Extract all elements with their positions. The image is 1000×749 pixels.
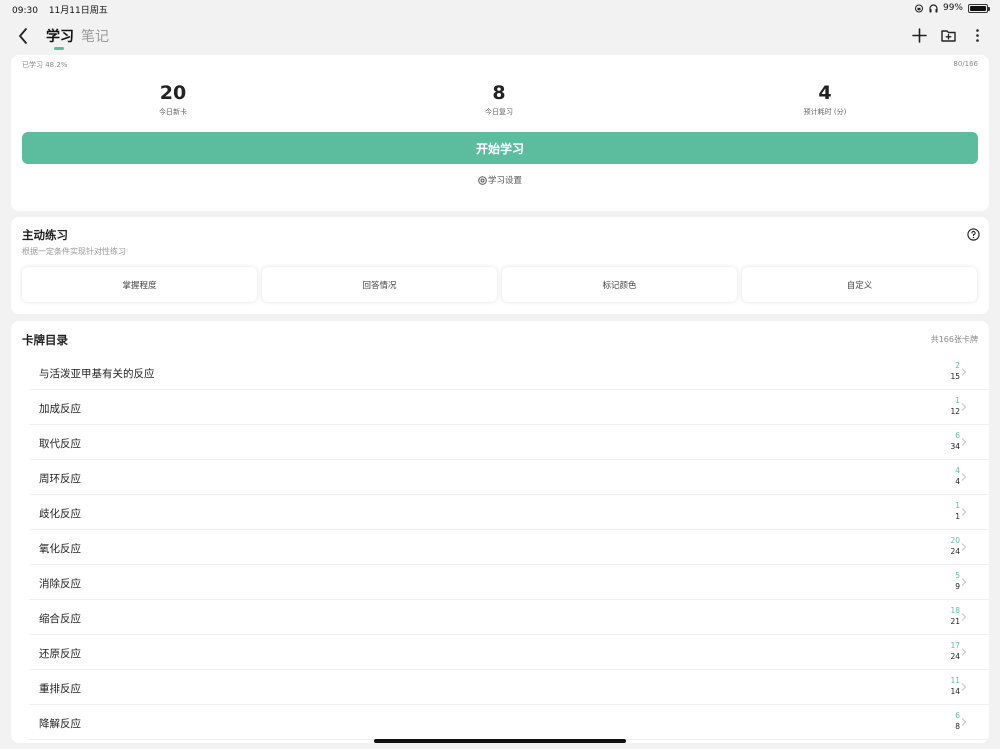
rotation-lock-icon (914, 4, 923, 12)
item-name: 周环反应 (39, 473, 81, 485)
item-count-new: 11 (950, 676, 960, 685)
chevron-right-icon (961, 508, 967, 516)
tab-notes[interactable]: 笔记 (81, 26, 109, 46)
battery-percent: 99% (942, 3, 963, 13)
tab-study-label: 学习 (46, 29, 74, 45)
item-count-new: 6 (955, 431, 960, 440)
home-indicator[interactable] (374, 739, 626, 743)
nav-bar: 学习 笔记 (0, 18, 1000, 54)
stat-label: 今日复习 (485, 108, 513, 116)
item-count-total: 12 (950, 407, 960, 416)
chevron-right-icon (961, 403, 967, 411)
chevron-right-icon (961, 543, 967, 551)
chevron-right-icon (961, 648, 967, 656)
study-settings-link[interactable]: 学习设置 (11, 174, 989, 186)
item-count-new: 2 (955, 361, 960, 370)
chevron-right-icon (961, 438, 967, 446)
study-card: 已学习 48.2% 80/166 20 今日新卡 8 今日复习 4 预计耗时 (… (11, 55, 989, 211)
practice-card: 主动练习 根据一定条件实现针对性练习 掌握程度 回答情况 标记颜色 自定义 (11, 217, 989, 314)
chevron-right-icon (961, 578, 967, 586)
item-count-new: 20 (950, 536, 960, 545)
tab-study[interactable]: 学习 (46, 26, 74, 50)
stat-value: 4 (818, 82, 832, 104)
practice-subtitle: 根据一定条件实现针对性练习 (22, 247, 126, 256)
item-name: 氧化反应 (39, 543, 81, 555)
item-count-new: 18 (950, 606, 960, 615)
progress-label: 已学习 48.2% (22, 61, 68, 69)
item-name: 缩合反应 (39, 613, 81, 625)
item-count-total: 15 (950, 372, 960, 381)
settings-icon (478, 176, 487, 185)
back-icon[interactable] (14, 26, 34, 46)
item-count-total: 14 (950, 687, 960, 696)
chevron-right-icon (961, 473, 967, 481)
list-item[interactable]: 取代反应 6 34 (29, 425, 989, 460)
chevron-right-icon (961, 368, 967, 376)
headphones-icon (929, 3, 938, 12)
stat-label: 今日新卡 (159, 108, 187, 116)
settings-link-label: 学习设置 (487, 176, 522, 186)
item-count-new: 17 (950, 641, 960, 650)
help-icon[interactable] (967, 228, 980, 241)
chevron-right-icon (961, 613, 967, 621)
start-study-button[interactable]: 开始学习 (22, 132, 978, 164)
progress-row: 已学习 48.2% 80/166 (22, 60, 978, 70)
status-time: 09:30 (12, 6, 38, 16)
item-count-total: 24 (950, 547, 960, 556)
more-icon[interactable] (969, 27, 986, 44)
list-item[interactable]: 歧化反应 11 (29, 495, 989, 530)
item-count-total: 24 (950, 652, 960, 661)
item-count-total: 34 (950, 442, 960, 451)
list-item[interactable]: 缩合反应 18 21 (29, 600, 989, 635)
item-name: 加成反应 (39, 403, 81, 415)
chevron-right-icon (961, 683, 967, 691)
item-name: 与活泼亚甲基有关的反应 (39, 368, 155, 380)
practice-title: 主动练习 (22, 228, 68, 242)
item-name: 取代反应 (39, 438, 81, 450)
catalog-count: 共166张卡牌 (930, 335, 978, 344)
progress-count: 80/166 (953, 60, 978, 68)
status-bar: 09:30 11月11日周五 99% (0, 0, 1000, 18)
battery-icon (968, 3, 990, 13)
add-icon[interactable] (911, 27, 928, 44)
list-item[interactable]: 加成反应 1 12 (29, 390, 989, 425)
stat-value: 20 (159, 82, 187, 104)
stat-review-cards: 8 今日复习 (439, 82, 559, 117)
practice-custom-button[interactable]: 自定义 (742, 267, 977, 302)
item-count-new: 1 (955, 396, 960, 405)
list-item[interactable]: 重排反应 11 14 (29, 670, 989, 705)
stat-value: 8 (492, 82, 506, 104)
list-item[interactable]: 氧化反应 20 24 (29, 530, 989, 565)
stat-label: 预计耗时 (分) (803, 108, 847, 116)
list-item[interactable]: 周环反应 44 (29, 460, 989, 495)
stat-estimated-time: 4 预计耗时 (分) (765, 82, 885, 117)
catalog-list: 与活泼亚甲基有关的反应 2 15 加成反应 1 12 取代反应 6 34 周环反应 4… (11, 355, 989, 740)
tab-notes-label: 笔记 (81, 29, 109, 45)
list-item[interactable]: 还原反应 17 24 (29, 635, 989, 670)
item-name: 还原反应 (39, 648, 81, 660)
item-count-total: 21 (950, 617, 960, 626)
add-folder-icon[interactable] (940, 27, 957, 44)
item-name: 降解反应 (39, 718, 81, 730)
status-date: 11月11日周五 (48, 6, 108, 16)
item-name: 消除反应 (39, 578, 81, 590)
practice-color-button[interactable]: 标记颜色 (502, 267, 737, 302)
item-name: 重排反应 (39, 683, 81, 695)
stat-new-cards: 20 今日新卡 (113, 82, 233, 117)
list-item[interactable]: 消除反应 59 (29, 565, 989, 600)
practice-mastery-button[interactable]: 掌握程度 (22, 267, 257, 302)
catalog-card: 卡牌目录 共166张卡牌 与活泼亚甲基有关的反应 2 15 加成反应 1 12 取代… (11, 321, 989, 743)
item-name: 歧化反应 (39, 508, 81, 520)
tab-active-indicator (54, 47, 64, 50)
catalog-title: 卡牌目录 (22, 333, 68, 347)
practice-answers-button[interactable]: 回答情况 (262, 267, 497, 302)
chevron-right-icon (961, 718, 967, 726)
list-item[interactable]: 与活泼亚甲基有关的反应 2 15 (29, 355, 989, 390)
list-item[interactable]: 降解反应 68 (29, 705, 989, 740)
